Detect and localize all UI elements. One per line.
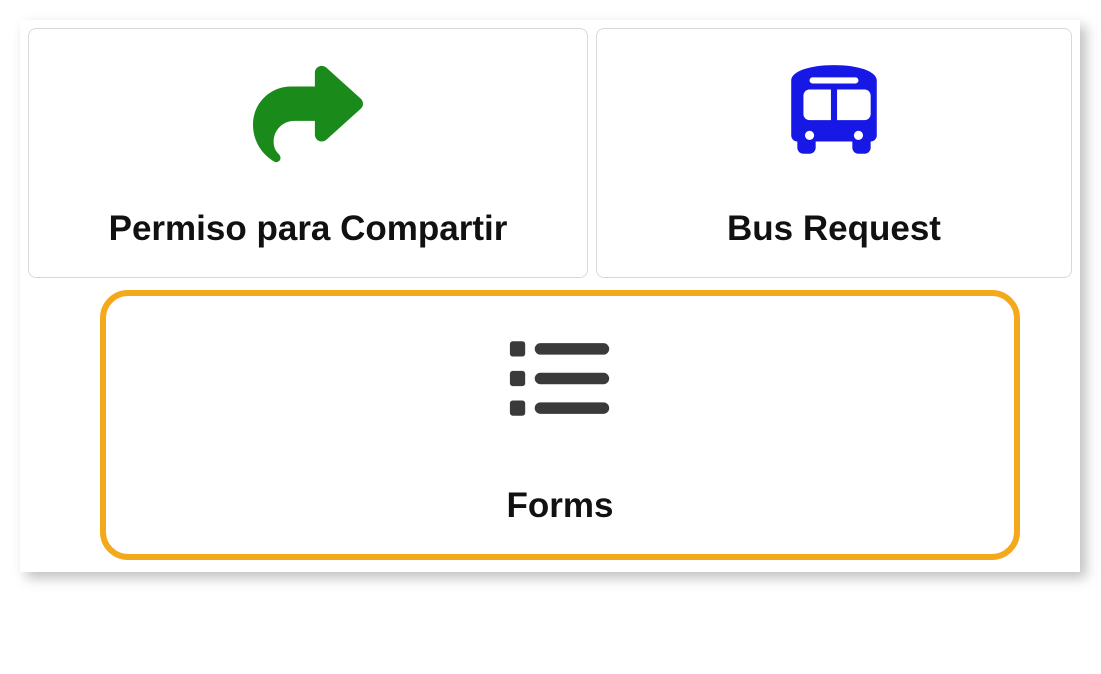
bus-icon xyxy=(779,49,889,179)
share-permission-card[interactable]: Permiso para Compartir xyxy=(28,28,588,278)
share-icon xyxy=(253,49,363,179)
bus-request-card[interactable]: Bus Request xyxy=(596,28,1072,278)
top-row: Permiso para Compartir Bus Request xyxy=(20,20,1080,286)
card-panel: Permiso para Compartir Bus Request xyxy=(20,20,1080,572)
list-icon xyxy=(508,326,613,431)
forms-card[interactable]: Forms xyxy=(100,290,1020,560)
share-permission-label: Permiso para Compartir xyxy=(109,209,508,249)
bus-request-label: Bus Request xyxy=(727,209,941,249)
bottom-row: Forms xyxy=(20,286,1080,560)
forms-label: Forms xyxy=(507,486,614,526)
